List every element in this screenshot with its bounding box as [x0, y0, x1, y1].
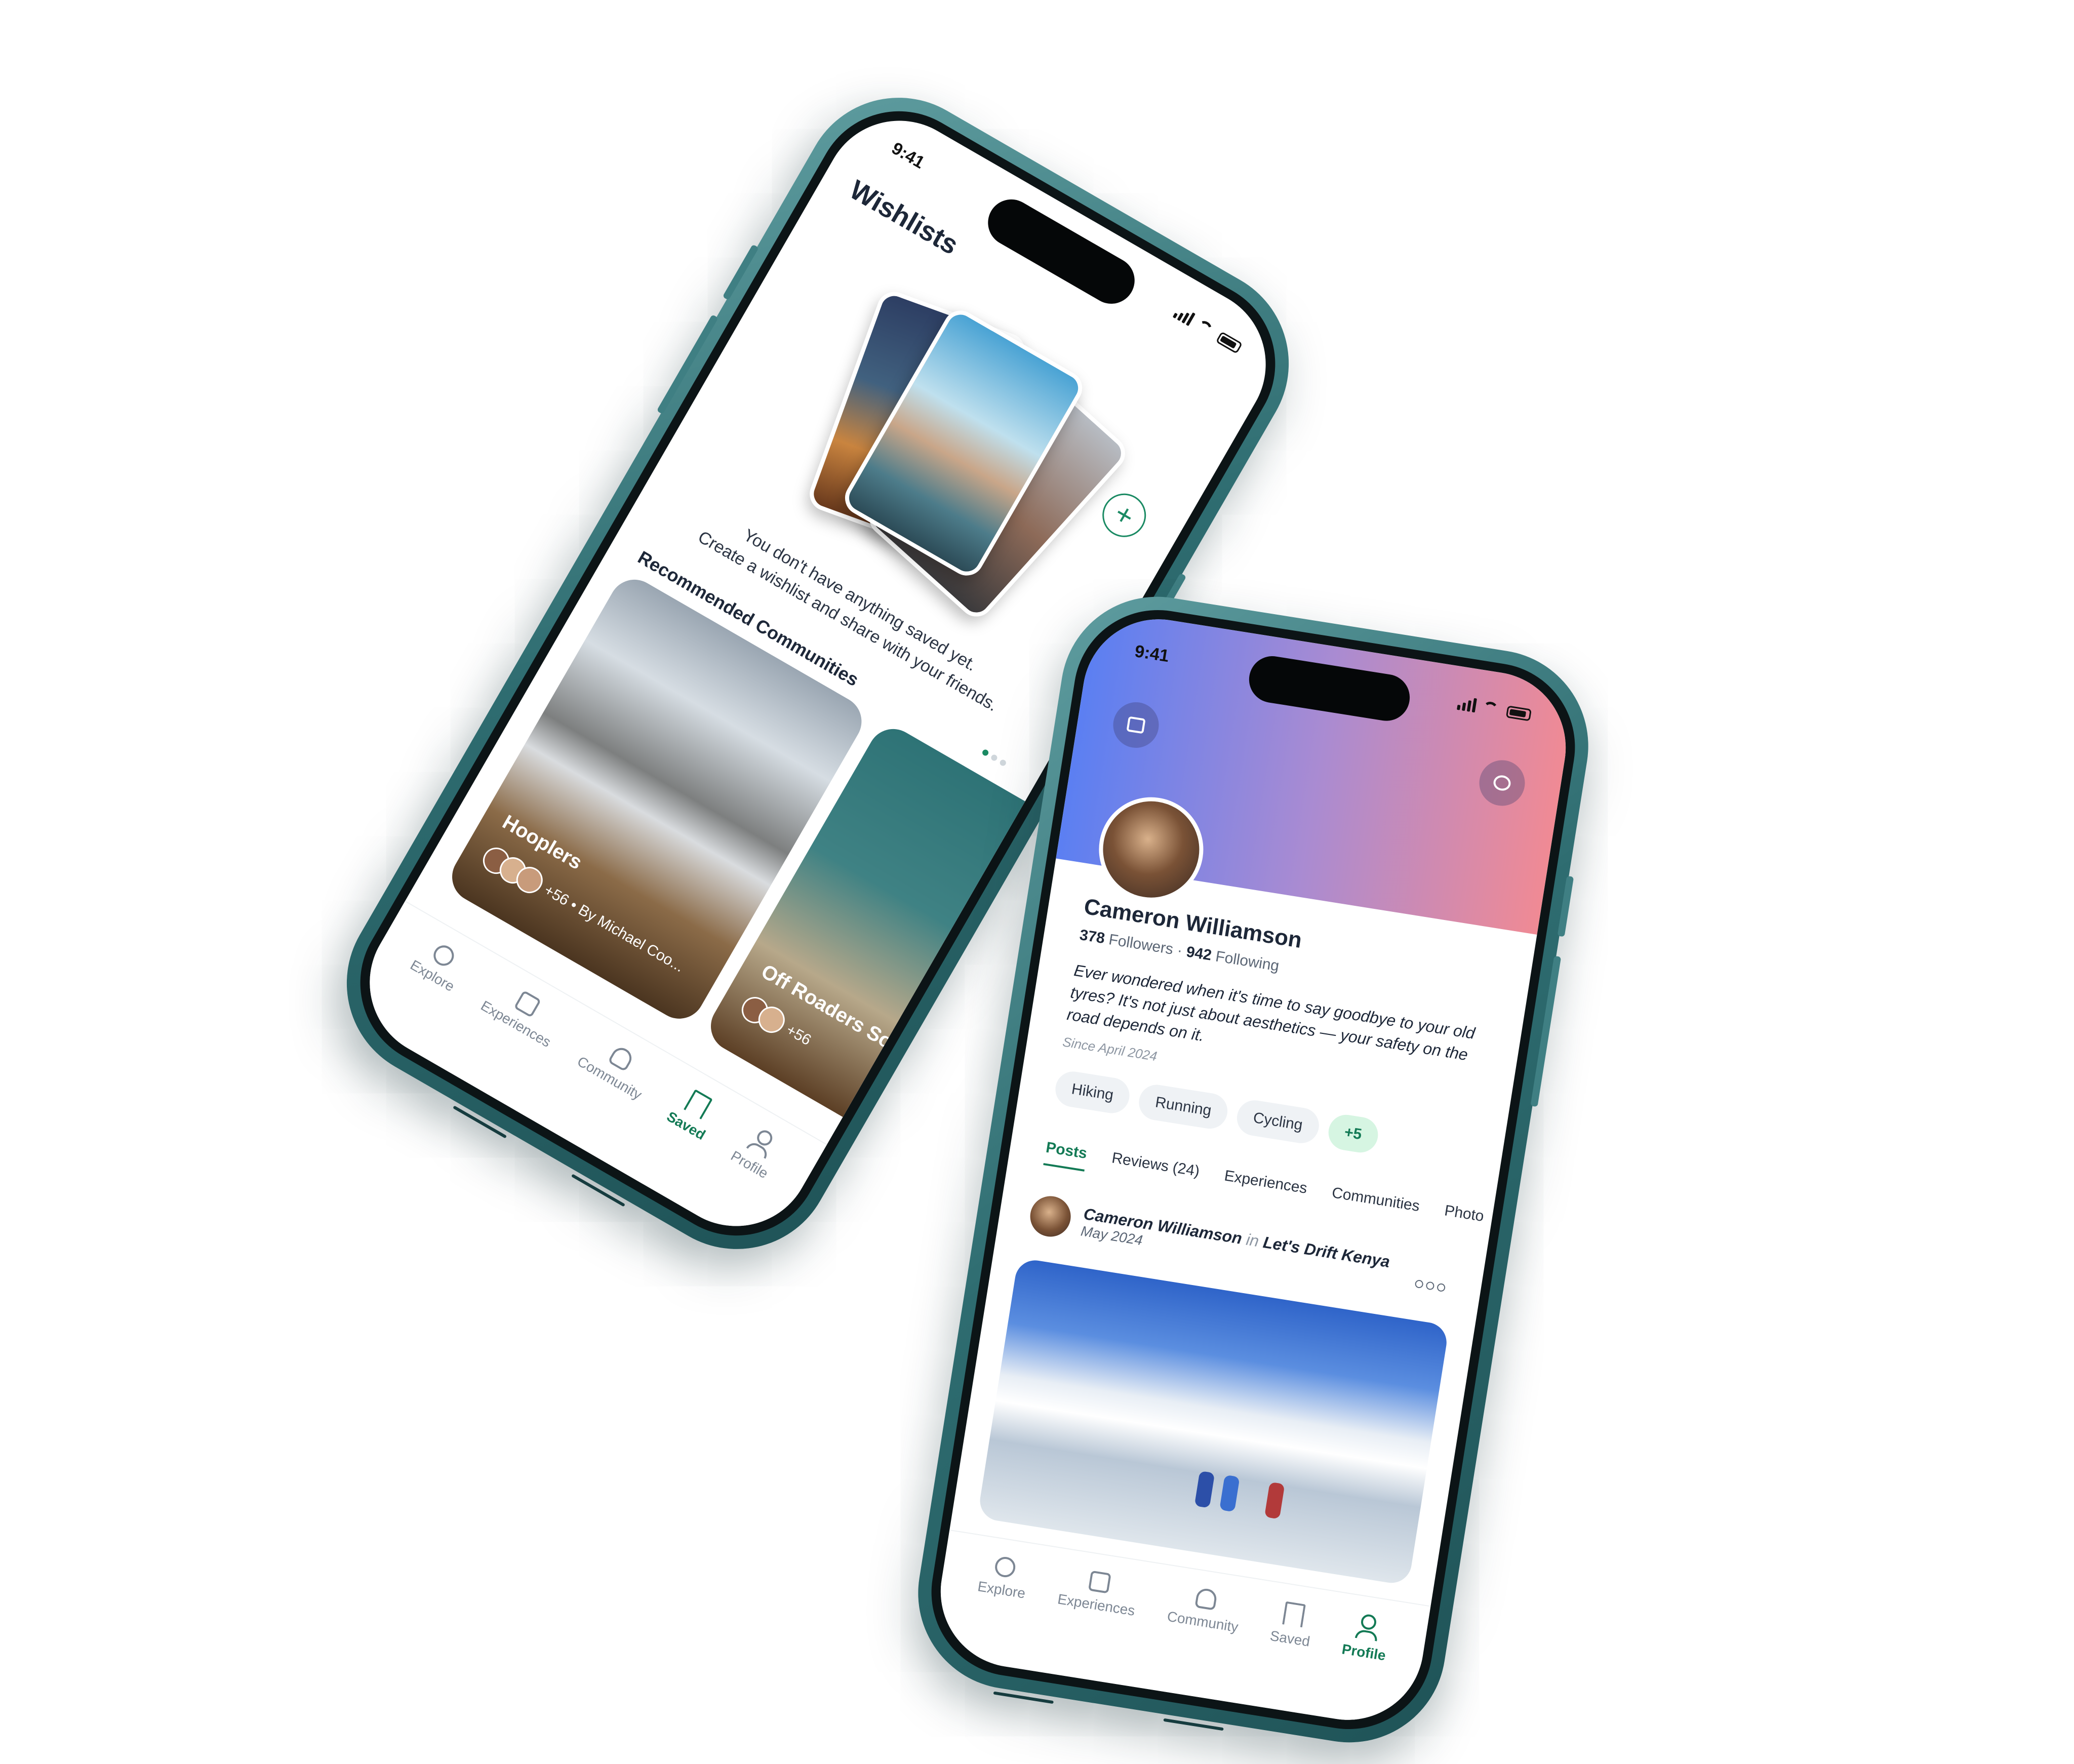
image-edit-icon: [1126, 716, 1146, 734]
profile-bio: Ever wondered when it's time to say good…: [1065, 961, 1477, 1064]
member-avatars: [737, 992, 790, 1038]
volume-up-button: [1557, 875, 1574, 937]
tab-community[interactable]: Community: [1155, 1583, 1243, 1702]
bookmark-icon: [1282, 1601, 1306, 1628]
signal-icon: [1457, 696, 1477, 713]
status-time: 9:41: [888, 138, 928, 173]
signal-icon: [1172, 305, 1196, 327]
speaker-grille: [993, 1691, 1054, 1704]
compass-icon: [993, 1555, 1017, 1579]
climber-figure: [1194, 1470, 1215, 1508]
community-meta: +56 • By Michael Coo...: [541, 881, 687, 976]
people-icon: [1194, 1587, 1218, 1611]
compass-icon: [430, 942, 458, 970]
interest-chip[interactable]: Hiking: [1053, 1069, 1132, 1116]
tab-experiences[interactable]: Experiences: [1222, 1167, 1308, 1206]
ticket-icon: [1088, 1570, 1112, 1594]
ticket-icon: [513, 990, 541, 1018]
following-count[interactable]: 942: [1185, 943, 1213, 964]
following-label[interactable]: Following: [1214, 948, 1280, 974]
tab-label: Explore: [976, 1578, 1027, 1601]
tab-photos[interactable]: Photo: [1442, 1202, 1485, 1234]
add-wishlist-button[interactable]: +: [1094, 486, 1154, 545]
tab-saved[interactable]: Saved: [632, 1084, 722, 1199]
post-author-avatar[interactable]: [1027, 1193, 1074, 1240]
post-image[interactable]: [977, 1257, 1450, 1586]
battery-icon: [1215, 331, 1243, 354]
speaker-grille: [1163, 1718, 1224, 1731]
tab-profile[interactable]: Profile: [697, 1121, 786, 1235]
community-meta-row: +56 • By Michael Coo...: [478, 843, 689, 980]
tab-profile[interactable]: Profile: [1331, 1611, 1392, 1725]
climber-figure: [1264, 1481, 1285, 1519]
tab-label: Saved: [1269, 1627, 1311, 1650]
tab-posts[interactable]: Posts: [1043, 1139, 1089, 1172]
post-in-word: in: [1245, 1230, 1260, 1250]
wifi-icon: [1194, 318, 1216, 339]
settings-icon: [1492, 774, 1512, 792]
tab-label: Profile: [1340, 1641, 1387, 1664]
carousel-pagination: [981, 748, 1007, 767]
community-meta: +56: [783, 1021, 814, 1049]
climber-figure: [1219, 1474, 1240, 1512]
more-interests-chip[interactable]: +5: [1326, 1112, 1381, 1155]
battery-icon: [1505, 705, 1532, 721]
more-options-icon[interactable]: [1414, 1279, 1446, 1293]
interest-chips: Hiking Running Cycling +5: [1053, 1069, 1381, 1155]
followers-count[interactable]: 378: [1079, 927, 1106, 947]
member-since: Since April 2024: [1061, 1034, 1159, 1064]
wifi-icon: [1482, 701, 1501, 716]
tab-explore[interactable]: Explore: [966, 1553, 1030, 1668]
user-icon: [746, 1126, 778, 1159]
tab-label: Experiences: [1056, 1591, 1136, 1619]
people-icon: [607, 1044, 635, 1072]
tab-label: Community: [1166, 1608, 1240, 1635]
bookmark-icon: [684, 1089, 713, 1120]
interest-chip[interactable]: Cycling: [1234, 1098, 1322, 1146]
interest-chip[interactable]: Running: [1136, 1082, 1230, 1132]
tab-reviews[interactable]: Reviews (24): [1109, 1149, 1201, 1189]
user-icon: [1354, 1613, 1381, 1641]
followers-label[interactable]: Followers: [1107, 931, 1174, 958]
tab-communities[interactable]: Communities: [1329, 1184, 1421, 1224]
tab-saved[interactable]: Saved: [1259, 1599, 1315, 1713]
tab-explore[interactable]: Explore: [374, 935, 470, 1053]
tab-experiences[interactable]: Experiences: [1046, 1566, 1140, 1685]
